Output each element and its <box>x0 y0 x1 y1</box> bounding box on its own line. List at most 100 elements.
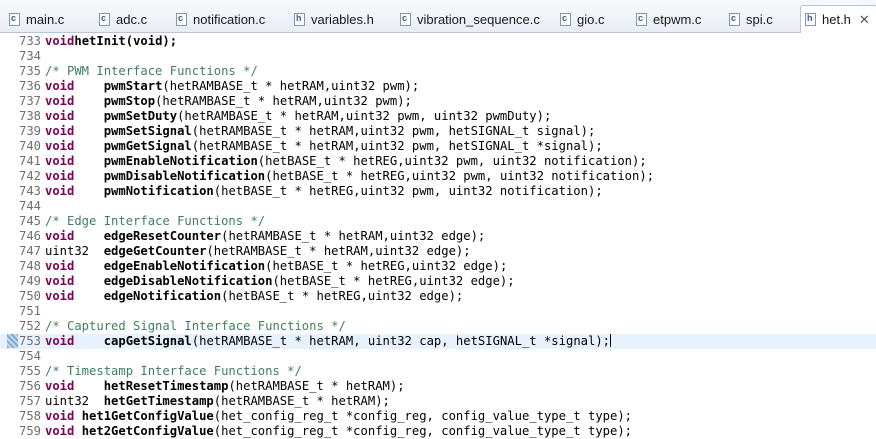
return-type: void <box>45 334 104 348</box>
code-line[interactable]: 758 void het1GetConfigValue(het_config_re… <box>0 409 876 424</box>
code-line[interactable]: 756 void hetResetTimestamp(hetRAMBASE_t *… <box>0 379 876 394</box>
code-line[interactable]: 736 void pwmStart(hetRAMBASE_t * hetRAM,u… <box>0 79 876 94</box>
tab-main-c[interactable]: c main.c <box>9 6 64 32</box>
code-line[interactable]: 742 void pwmDisableNotification(hetBASE_t… <box>0 169 876 184</box>
code-line[interactable]: 746 void edgeResetCounter(hetRAMBASE_t * … <box>0 229 876 244</box>
code-line[interactable]: 737 void pwmStop(hetRAMBASE_t * hetRAM,ui… <box>0 94 876 109</box>
code-line[interactable]: 748 void edgeEnableNotification(hetBASE_t… <box>0 259 876 274</box>
line-number: 747 <box>19 244 42 258</box>
line-number: 742 <box>19 169 42 183</box>
function-name: pwmGetSignal <box>103 139 192 153</box>
code-line[interactable]: 757 uint32 hetGetTimestamp(hetRAMBASE_t *… <box>0 394 876 409</box>
return-type: void <box>45 274 104 288</box>
code-text: void het2GetConfigValue(het_config_reg_t… <box>45 424 632 439</box>
code-line[interactable]: 751 <box>0 304 876 319</box>
code-line[interactable]: 759 void het2GetConfigValue(het_config_re… <box>0 424 876 439</box>
code-text: void edgeResetCounter(hetRAMBASE_t * het… <box>45 229 485 244</box>
line-number: 745 <box>19 214 42 228</box>
parameter-list: (hetRAMBASE_t * hetRAM, uint32 cap, hetS… <box>191 334 611 348</box>
code-text: void hetResetTimestamp(hetRAMBASE_t * he… <box>45 379 405 394</box>
code-line[interactable]: 740 void pwmGetSignal(hetRAMBASE_t * hetR… <box>0 139 876 154</box>
line-number: 734 <box>19 49 42 63</box>
return-type: void <box>45 34 75 48</box>
text-caret <box>610 334 612 347</box>
tab-notification-c[interactable]: c notification.c <box>176 6 265 32</box>
code-line[interactable]: 749 void edgeDisableNotification(hetBASE_… <box>0 274 876 289</box>
parameter-list: (hetBASE_t * hetREG,uint32 pwm, uint32 n… <box>213 184 603 198</box>
parameter-list: (hetRAMBASE_t * hetRAM); <box>213 394 390 408</box>
function-name: hetInit <box>74 34 126 48</box>
parameter-list: (hetBASE_t * hetREG,uint32 edge); <box>265 259 508 273</box>
function-name: het2GetConfigValue <box>81 424 214 438</box>
parameter-list: (hetRAMBASE_t * hetRAM,uint32 pwm, hetSI… <box>191 139 603 153</box>
line-number: 748 <box>19 259 42 273</box>
tab-adc-c[interactable]: c adc.c <box>99 6 147 32</box>
c-file-icon: c <box>636 12 647 26</box>
tab-variables-h[interactable]: h variables.h <box>294 6 374 32</box>
return-type: void <box>45 154 104 168</box>
line-number: 736 <box>19 79 42 93</box>
code-line[interactable]: 753 void capGetSignal(hetRAMBASE_t * hetR… <box>0 334 876 349</box>
function-name: capGetSignal <box>103 334 192 348</box>
return-type: void <box>45 94 104 108</box>
code-line[interactable]: 733 voidhetInit(void); <box>0 34 876 49</box>
parameter-list: (hetRAMBASE_t * hetRAM); <box>228 379 405 393</box>
line-number: 753 <box>19 334 42 348</box>
tab-het-h[interactable]: h het.h ✕ <box>800 5 876 33</box>
code-line[interactable]: 739 void pwmSetSignal(hetRAMBASE_t * hetR… <box>0 124 876 139</box>
return-type: void <box>45 379 104 393</box>
code-text: /* Captured Signal Interface Functions *… <box>45 319 346 334</box>
code-text: uint32 hetGetTimestamp(hetRAMBASE_t * he… <box>45 394 390 409</box>
c-file-icon: c <box>729 12 740 26</box>
code-text: void pwmStop(hetRAMBASE_t * hetRAM,uint3… <box>45 94 412 109</box>
close-icon[interactable]: ✕ <box>859 12 870 28</box>
c-file-icon: c <box>560 12 571 26</box>
tab-label: etpwm.c <box>653 11 702 27</box>
function-name: edgeGetCounter <box>103 244 207 258</box>
code-text: void het1GetConfigValue(het_config_reg_t… <box>45 409 632 424</box>
parameter-list: (hetRAMBASE_t * hetRAM,uint32 pwm); <box>162 79 420 93</box>
code-text: void pwmSetSignal(hetRAMBASE_t * hetRAM,… <box>45 124 595 139</box>
line-number: 749 <box>19 274 42 288</box>
code-line[interactable]: 745/* Edge Interface Functions */ <box>0 214 876 229</box>
code-line[interactable]: 735/* PWM Interface Functions */ <box>0 64 876 79</box>
code-text: uint32 edgeGetCounter(hetRAMBASE_t * het… <box>45 244 471 259</box>
occurrence-marker-icon[interactable] <box>7 334 18 348</box>
code-line[interactable]: 754 <box>0 349 876 364</box>
function-name: hetResetTimestamp <box>103 379 229 393</box>
tab-vibration-sequence-c[interactable]: c vibration_sequence.c <box>400 6 540 32</box>
return-type: void <box>45 229 104 243</box>
function-name: het1GetConfigValue <box>81 409 214 423</box>
tab-gio-c[interactable]: c gio.c <box>560 6 604 32</box>
tab-label: adc.c <box>116 11 148 27</box>
line-number: 740 <box>19 139 42 153</box>
code-editor[interactable]: 733 voidhetInit(void); 734 735/* PWM Interf… <box>0 33 876 438</box>
line-number: 738 <box>19 109 42 123</box>
function-name: pwmSetDuty <box>103 109 178 123</box>
comment: /* Edge Interface Functions */ <box>45 214 266 228</box>
tab-label: vibration_sequence.c <box>417 11 540 27</box>
tab-spi-c[interactable]: c spi.c <box>729 6 773 32</box>
code-text: void capGetSignal(hetRAMBASE_t * hetRAM,… <box>45 334 612 349</box>
code-line[interactable]: 741 void pwmEnableNotification(hetBASE_t … <box>0 154 876 169</box>
comment: /* Captured Signal Interface Functions *… <box>45 319 346 333</box>
return-type: void <box>45 289 104 303</box>
code-line[interactable]: 755/* Timestamp Interface Functions */ <box>0 364 876 379</box>
code-line[interactable]: 750 void edgeNotification(hetBASE_t * het… <box>0 289 876 304</box>
code-line[interactable]: 752/* Captured Signal Interface Function… <box>0 319 876 334</box>
tab-label: spi.c <box>746 11 773 27</box>
code-line[interactable]: 744 <box>0 199 876 214</box>
return-type: void <box>45 79 104 93</box>
line-number: 751 <box>19 304 42 318</box>
code-line[interactable]: 738 void pwmSetDuty(hetRAMBASE_t * hetRAM… <box>0 109 876 124</box>
tab-etpwm-c[interactable]: c etpwm.c <box>636 6 701 32</box>
function-name: edgeNotification <box>103 289 222 303</box>
code-line[interactable]: 743 void pwmNotification(hetBASE_t * hetR… <box>0 184 876 199</box>
line-number: 759 <box>19 424 42 438</box>
code-line[interactable]: 747 uint32 edgeGetCounter(hetRAMBASE_t * … <box>0 244 876 259</box>
parameter-list: (hetRAMBASE_t * hetRAM,uint32 edge); <box>221 229 486 243</box>
code-line[interactable]: 734 <box>0 49 876 64</box>
function-name: pwmEnableNotification <box>103 154 258 168</box>
tab-label: notification.c <box>193 11 266 27</box>
parameter-list: (hetBASE_t * hetREG,uint32 edge); <box>272 274 515 288</box>
